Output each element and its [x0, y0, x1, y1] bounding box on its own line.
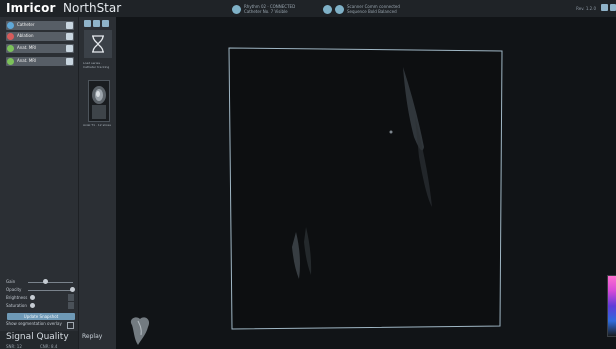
layer-item-anatomy-2[interactable]: Anat. MRI — [6, 57, 74, 66]
checkbox-label: Show segmentation overlay — [6, 321, 62, 326]
heart-orientation-icon — [130, 317, 150, 345]
snr-value: SNR: 12 — [6, 344, 22, 349]
slider-label: Brightness — [6, 295, 28, 300]
catheter-status[interactable]: Rhythm 02 · CONNECTED Catheter No. 7 Vis… — [232, 3, 295, 15]
refresh-series-button[interactable] — [93, 20, 100, 27]
series-settings-button[interactable] — [102, 20, 109, 27]
signal-quality-title: Signal Quality — [6, 332, 69, 342]
top-bar: Imricor NorthStar Rhythm 02 · CONNECTED … — [0, 0, 616, 18]
layer-label: Catheter — [17, 22, 35, 27]
saturation-slider[interactable]: Saturation — [6, 302, 76, 310]
sequence-status-icon — [335, 4, 344, 14]
segmentation-overlay-toggle[interactable]: Show segmentation overlay — [6, 321, 76, 329]
anatomy-layer-icon — [7, 58, 14, 65]
opacity-slider[interactable]: Opacity — [6, 286, 76, 294]
viewport-scene — [130, 47, 503, 345]
slider-handle[interactable] — [30, 303, 35, 308]
brightness-slider[interactable]: Brightness — [6, 294, 76, 302]
mri-3d-viewport[interactable] — [116, 17, 616, 349]
layer-label: Anat. MRI — [17, 58, 37, 63]
series-thumbnail-loading[interactable] — [84, 30, 112, 58]
catheter-status-line2: Catheter No. 7 Visible — [244, 9, 288, 14]
checkbox[interactable] — [67, 322, 74, 329]
slider-handle[interactable] — [30, 295, 35, 300]
brightness-stepper[interactable] — [68, 294, 74, 301]
add-series-button[interactable] — [84, 20, 91, 27]
series-caption: Axial T1 · 12 slices — [83, 123, 111, 127]
visibility-eye-icon[interactable] — [66, 45, 73, 52]
saturation-stepper[interactable] — [68, 302, 74, 309]
scanner-status-line2: Sequence Bold Balanced — [347, 9, 397, 14]
layer-item-ablation[interactable]: Ablation — [6, 32, 74, 41]
catheter-layer-icon — [7, 22, 14, 29]
ablation-layer-icon — [7, 33, 14, 40]
series-caption: Load series · Catheter tracking — [83, 61, 110, 69]
slider-label: Opacity — [6, 287, 22, 292]
menu-button[interactable] — [610, 4, 616, 11]
signal-colorbar — [607, 275, 616, 337]
layout-button[interactable] — [601, 4, 608, 11]
mri-slice-plane — [228, 47, 503, 330]
layer-label: Ablation — [17, 33, 34, 38]
series-thumbnail-mri[interactable] — [88, 80, 110, 122]
replay-label: Replay — [82, 333, 103, 340]
layer-item-catheter[interactable]: Catheter — [6, 21, 74, 30]
slider-handle[interactable] — [43, 279, 48, 284]
version-label: Rev. 1.2.0 — [576, 6, 596, 11]
visibility-eye-icon[interactable] — [66, 33, 73, 40]
update-snapshot-button[interactable]: Update Snapshot — [7, 313, 75, 320]
signal-quality-panel: Signal Quality SNR: 12 CNR: 8.4 — [0, 331, 78, 349]
anatomy-layer-icon — [7, 45, 14, 52]
scanner-status-icon — [323, 4, 332, 14]
gain-slider[interactable]: Gain — [6, 278, 76, 286]
scanner-status[interactable]: Scanner Comm connected Sequence Bold Bal… — [323, 3, 400, 15]
slider-label: Saturation — [6, 303, 27, 308]
series-panel: Load series · Catheter tracking Axial T1… — [78, 17, 117, 349]
catheter-tip-marker — [389, 130, 393, 134]
app-logo: Imricor — [6, 1, 56, 15]
app-name: NorthStar — [63, 1, 122, 15]
visibility-eye-icon[interactable] — [66, 22, 73, 29]
mri-preview-image — [89, 81, 109, 121]
visibility-eye-icon[interactable] — [66, 58, 73, 65]
catheter-status-icon — [232, 4, 241, 14]
slider-label: Gain — [6, 279, 16, 284]
hourglass-icon — [92, 35, 104, 53]
layer-item-anatomy-1[interactable]: Anat. MRI — [6, 44, 74, 53]
slider-handle[interactable] — [70, 287, 75, 292]
cnr-value: CNR: 8.4 — [40, 344, 58, 349]
layer-label: Anat. MRI — [17, 45, 37, 50]
